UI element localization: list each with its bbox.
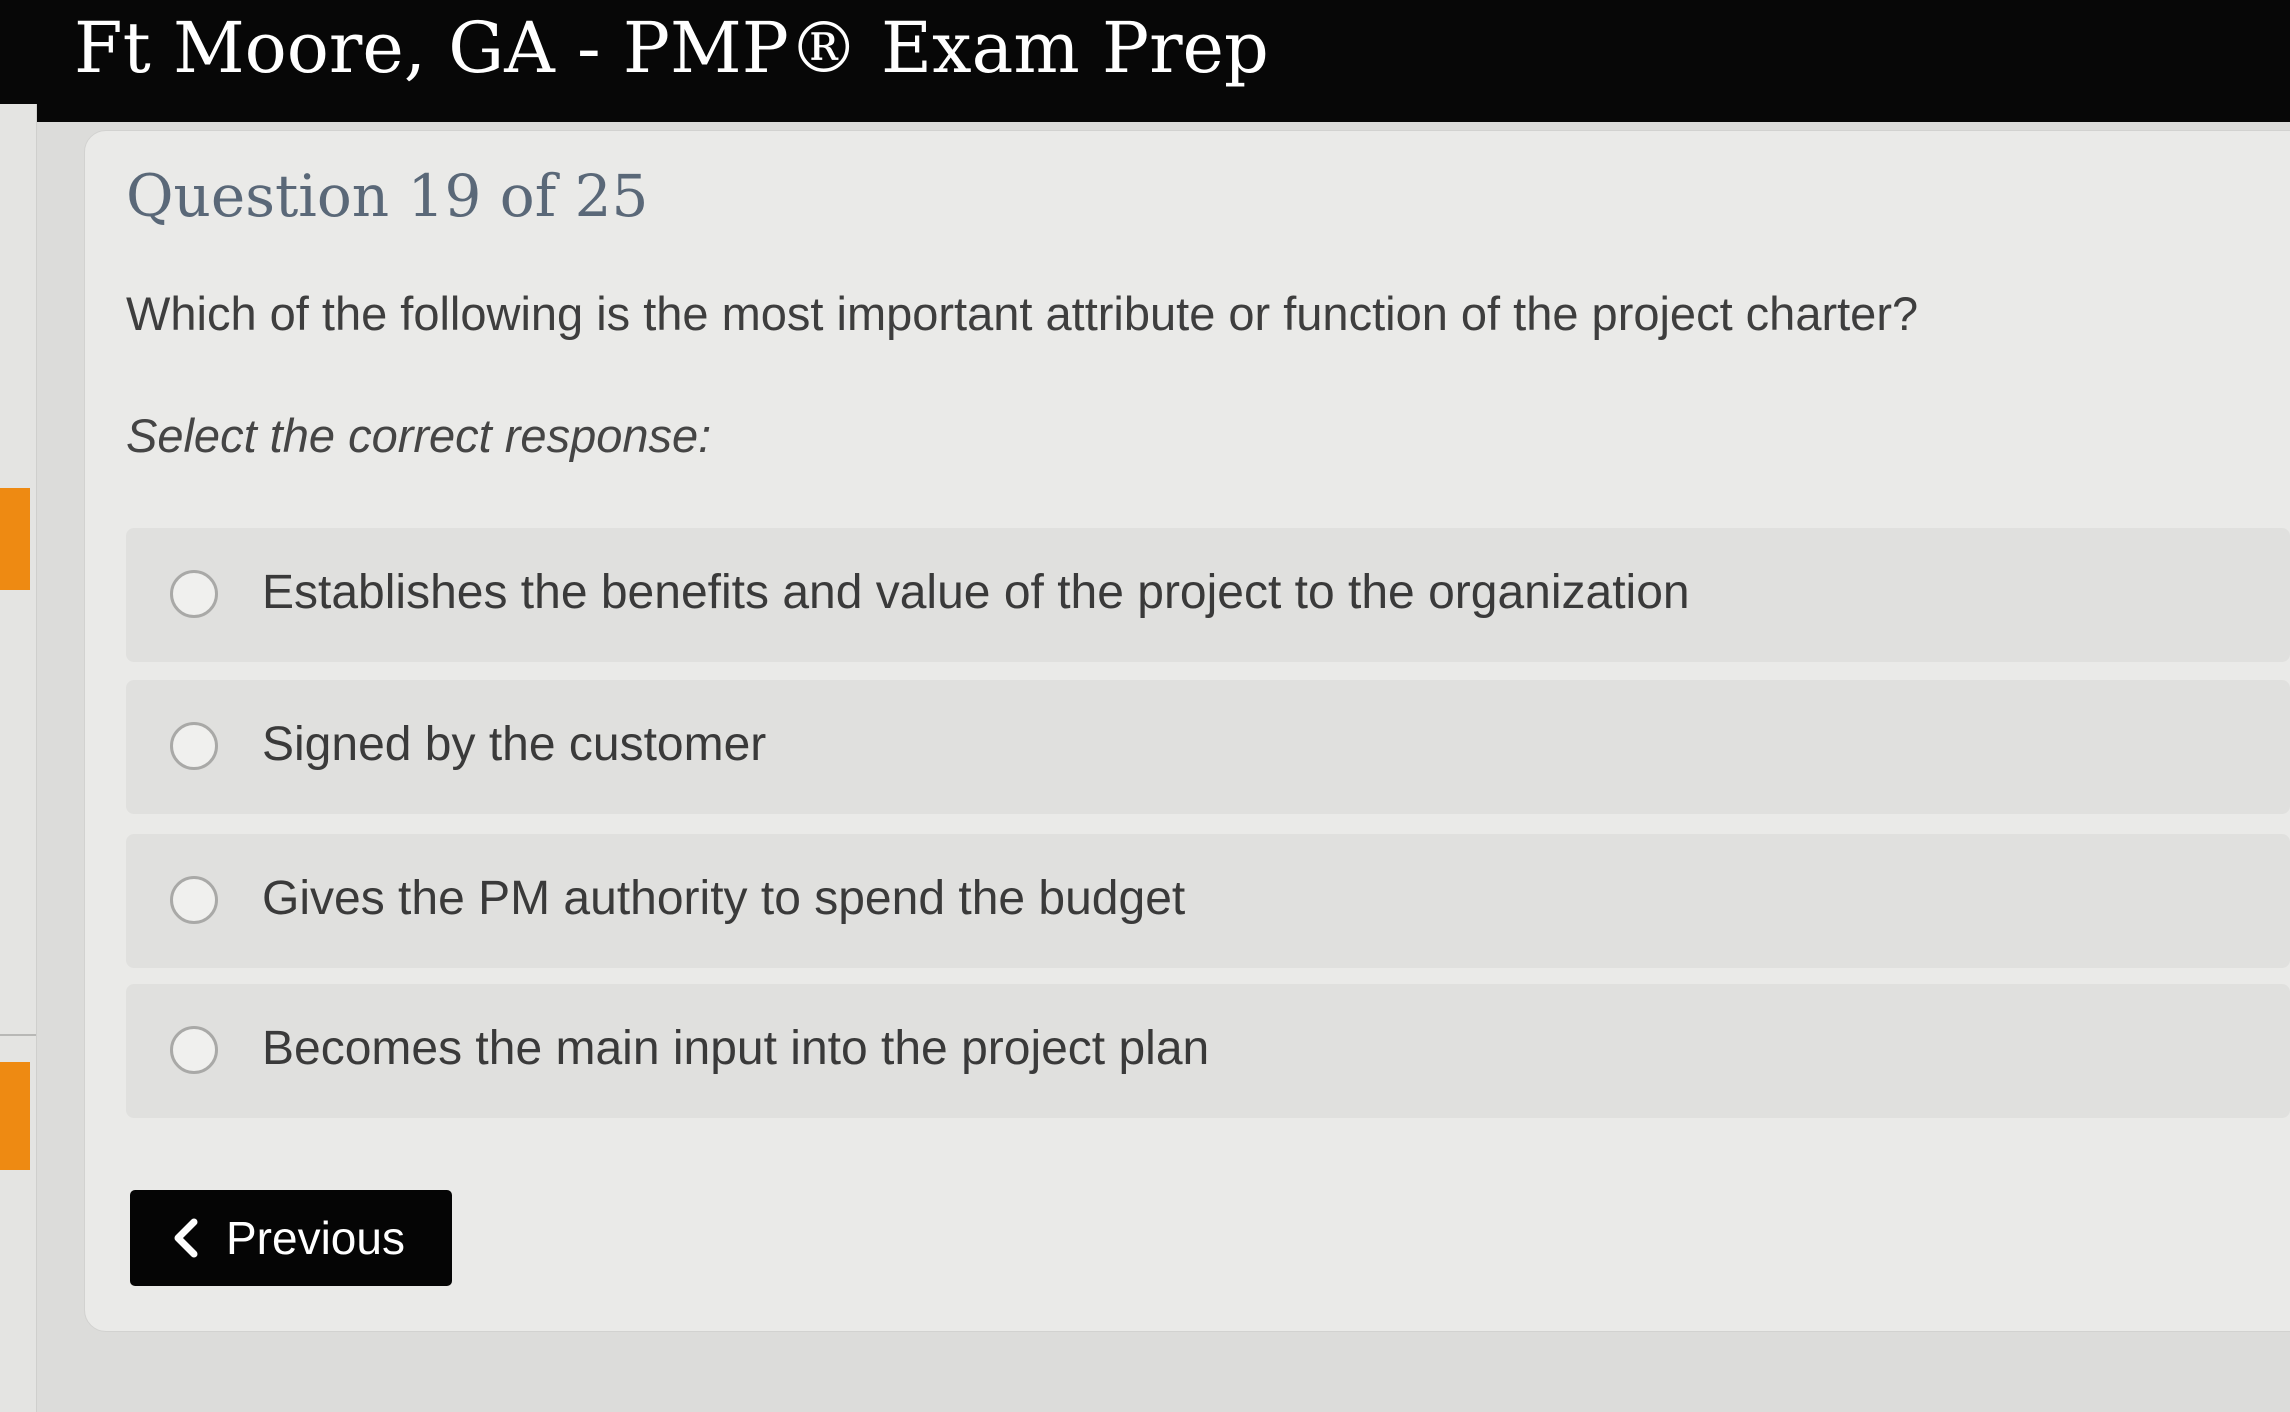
- answer-option-label: Gives the PM authority to spend the budg…: [262, 872, 1186, 925]
- radio-button[interactable]: [170, 722, 218, 770]
- answer-option-2[interactable]: Signed by the customer: [126, 680, 2290, 814]
- answer-option-1[interactable]: Establishes the benefits and value of th…: [126, 528, 2290, 662]
- app-header: Ft Moore, GA - PMP® Exam Prep: [0, 0, 2290, 122]
- answer-option-label: Becomes the main input into the project …: [262, 1022, 1210, 1075]
- progress-marker: [0, 488, 30, 590]
- radio-button[interactable]: [170, 1026, 218, 1074]
- progress-marker: [0, 1062, 30, 1170]
- question-instruction: Select the correct response:: [126, 409, 712, 462]
- answer-option-label: Establishes the benefits and value of th…: [262, 566, 1690, 619]
- question-text: Which of the following is the most impor…: [126, 287, 1919, 340]
- sidebar-divider: [0, 1034, 36, 1036]
- answer-option-3[interactable]: Gives the PM authority to spend the budg…: [126, 834, 2290, 968]
- radio-button[interactable]: [170, 876, 218, 924]
- sidebar-strip: [0, 104, 37, 1412]
- radio-button[interactable]: [170, 570, 218, 618]
- question-number: Question 19 of 25: [126, 162, 649, 230]
- answer-option-4[interactable]: Becomes the main input into the project …: [126, 984, 2290, 1118]
- previous-button[interactable]: Previous: [130, 1190, 452, 1286]
- previous-button-label: Previous: [226, 1212, 405, 1264]
- app-title: Ft Moore, GA - PMP® Exam Prep: [74, 7, 1269, 89]
- chevron-left-icon: [174, 1218, 198, 1258]
- answer-option-label: Signed by the customer: [262, 718, 767, 771]
